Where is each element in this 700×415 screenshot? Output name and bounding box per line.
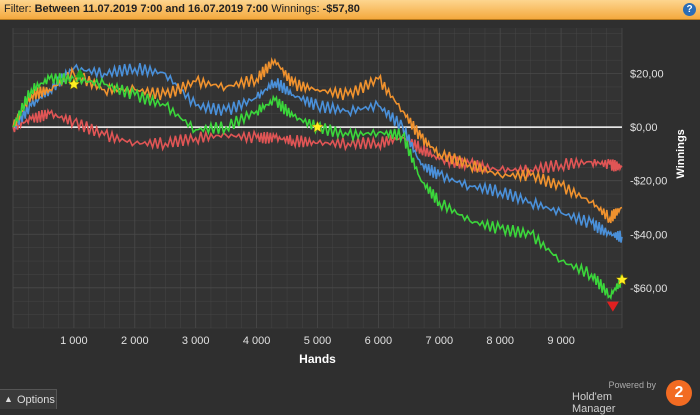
x-tick-label: 1 000 [60,335,88,347]
filter-prefix: Filter: [4,3,32,15]
y-tick-label: $0,00 [630,122,658,134]
filter-bar: Filter: Between 11.07.2019 7:00 and 16.0… [0,0,700,20]
x-tick-label: 9 000 [547,335,575,347]
help-icon[interactable]: ? [683,3,696,16]
winnings-value: -$57,80 [322,3,360,15]
y-axis-label: Winnings [675,129,687,178]
filter-text: Between 11.07.2019 7:00 and 16.07.2019 7… [34,3,269,15]
x-tick-label: 8 000 [486,335,514,347]
x-tick-label: 5 000 [304,335,332,347]
x-tick-label: 3 000 [182,335,210,347]
powered-by-text: Powered by [608,380,656,390]
options-button[interactable]: ▲ Options [0,389,57,409]
x-tick-label: 2 000 [121,335,149,347]
x-tick-label: 4 000 [243,335,271,347]
x-axis-label: Hands [299,352,336,366]
branding: Powered by Hold'em Manager 2 [572,380,692,415]
expand-up-icon: ▲ [4,394,13,404]
product-name: Hold'em Manager [572,391,616,415]
hem2-logo-icon: 2 [666,380,692,406]
y-tick-label: $20,00 [630,69,664,81]
winnings-label: Winnings: [271,3,320,15]
y-tick-label: -$40,00 [630,229,667,241]
x-tick-label: 6 000 [365,335,393,347]
winnings-chart: 1 000 2 000 3 000 4 000 5 000 6 000 7 000 8 000… [12,28,687,366]
y-tick-label: -$20,00 [630,176,667,188]
x-tick-label: 7 000 [426,335,454,347]
options-label: Options [17,394,55,406]
filter-summary: Filter: Between 11.07.2019 7:00 and 16.0… [4,3,360,15]
y-tick-label: -$60,00 [630,283,667,295]
